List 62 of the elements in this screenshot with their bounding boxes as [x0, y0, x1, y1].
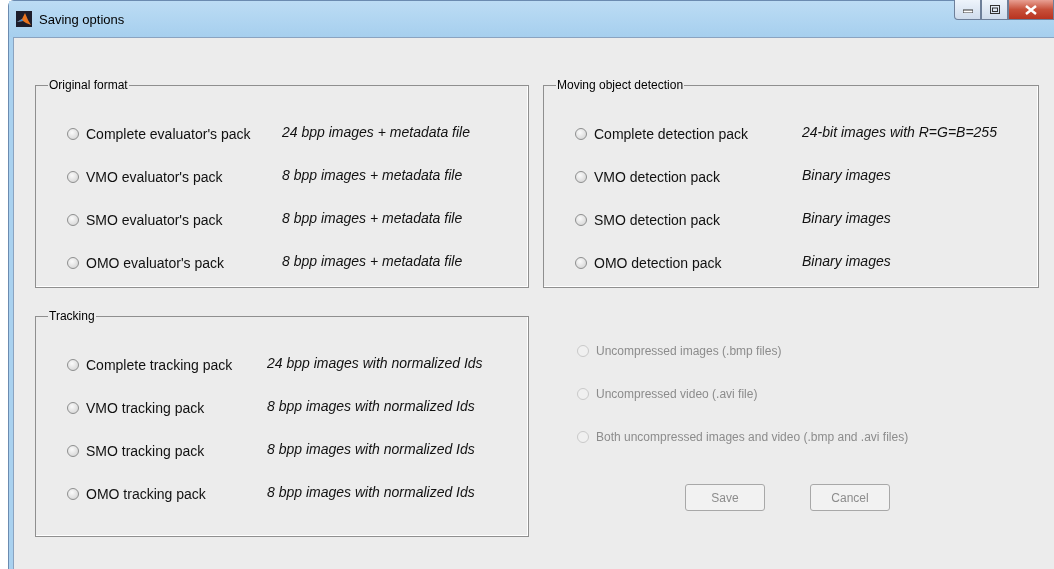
- radio-button[interactable]: [575, 256, 587, 269]
- panel-title: Moving object detection: [556, 78, 685, 92]
- radio-button[interactable]: [67, 127, 79, 140]
- maximize-button[interactable]: [981, 0, 1008, 20]
- radio-button[interactable]: [67, 444, 79, 457]
- radio-button[interactable]: [67, 487, 79, 500]
- option-label: OMO tracking pack: [86, 485, 206, 502]
- option-description: 8 bpp images + metadata file: [282, 251, 464, 271]
- option-label: OMO detection pack: [594, 254, 722, 271]
- option-label: VMO detection pack: [594, 168, 721, 185]
- option-label: Complete detection pack: [594, 125, 749, 142]
- option-description: Binary images: [802, 251, 892, 271]
- minimize-icon: [962, 6, 973, 13]
- radio-option[interactable]: VMO detection pack: [575, 155, 802, 198]
- option-description: 24-bit images with R=G=B=255: [802, 122, 998, 142]
- panel-title: Original format: [48, 78, 129, 92]
- radio-button[interactable]: [67, 358, 79, 371]
- option-label: Uncompressed images (.bmp files): [596, 343, 782, 358]
- radio-option[interactable]: Complete detection pack: [575, 112, 802, 155]
- radio-button[interactable]: [67, 170, 79, 183]
- option-description: 8 bpp images with normalized Ids: [267, 482, 476, 502]
- option-label: Uncompressed video (.avi file): [596, 386, 758, 401]
- panel-title: Tracking: [48, 309, 96, 323]
- option-description: Binary images: [802, 165, 892, 185]
- radio-button[interactable]: [67, 213, 79, 226]
- radio-button[interactable]: [575, 127, 587, 140]
- option-description: 8 bpp images with normalized Ids: [267, 396, 476, 416]
- radio-option[interactable]: VMO tracking pack: [67, 386, 267, 429]
- option-label: SMO detection pack: [594, 211, 721, 228]
- option-label: SMO tracking pack: [86, 442, 205, 459]
- radio-option[interactable]: OMO evaluator's pack: [67, 241, 282, 284]
- radio-option[interactable]: Complete tracking pack: [67, 343, 267, 386]
- radio-option[interactable]: OMO tracking pack: [67, 472, 267, 515]
- option-label: VMO tracking pack: [86, 399, 205, 416]
- radio-option[interactable]: SMO tracking pack: [67, 429, 267, 472]
- radio-option[interactable]: OMO detection pack: [575, 241, 802, 284]
- option-label: VMO evaluator's pack: [86, 168, 223, 185]
- option-label: Both uncompressed images and video (.bmp and .avi files): [596, 429, 909, 444]
- option-description: 8 bpp images + metadata file: [282, 208, 464, 228]
- maximize-icon: [989, 5, 1000, 14]
- close-button[interactable]: [1008, 0, 1054, 20]
- minimize-button[interactable]: [954, 0, 981, 20]
- option-label: Complete tracking pack: [86, 356, 233, 373]
- radio-button[interactable]: [575, 170, 587, 183]
- option-label: Complete evaluator's pack: [86, 125, 251, 142]
- radio-option[interactable]: Complete evaluator's pack: [67, 112, 282, 155]
- option-description: Binary images: [802, 208, 892, 228]
- option-label: OMO evaluator's pack: [86, 254, 225, 271]
- radio-button[interactable]: [67, 401, 79, 414]
- radio-option[interactable]: SMO evaluator's pack: [67, 198, 282, 241]
- option-label: SMO evaluator's pack: [86, 211, 223, 228]
- window-title: Saving options: [39, 11, 126, 27]
- option-description: 8 bpp images with normalized Ids: [267, 439, 476, 459]
- radio-option[interactable]: VMO evaluator's pack: [67, 155, 282, 198]
- radio-button[interactable]: [67, 256, 79, 269]
- option-description: 24 bpp images with normalized Ids: [267, 353, 484, 373]
- option-description: 8 bpp images + metadata file: [282, 165, 464, 185]
- radio-button[interactable]: [575, 213, 587, 226]
- close-icon: [1025, 4, 1037, 15]
- radio-option[interactable]: SMO detection pack: [575, 198, 802, 241]
- peak-icon: [16, 11, 32, 27]
- option-description: 24 bpp images + metadata file: [282, 122, 471, 142]
